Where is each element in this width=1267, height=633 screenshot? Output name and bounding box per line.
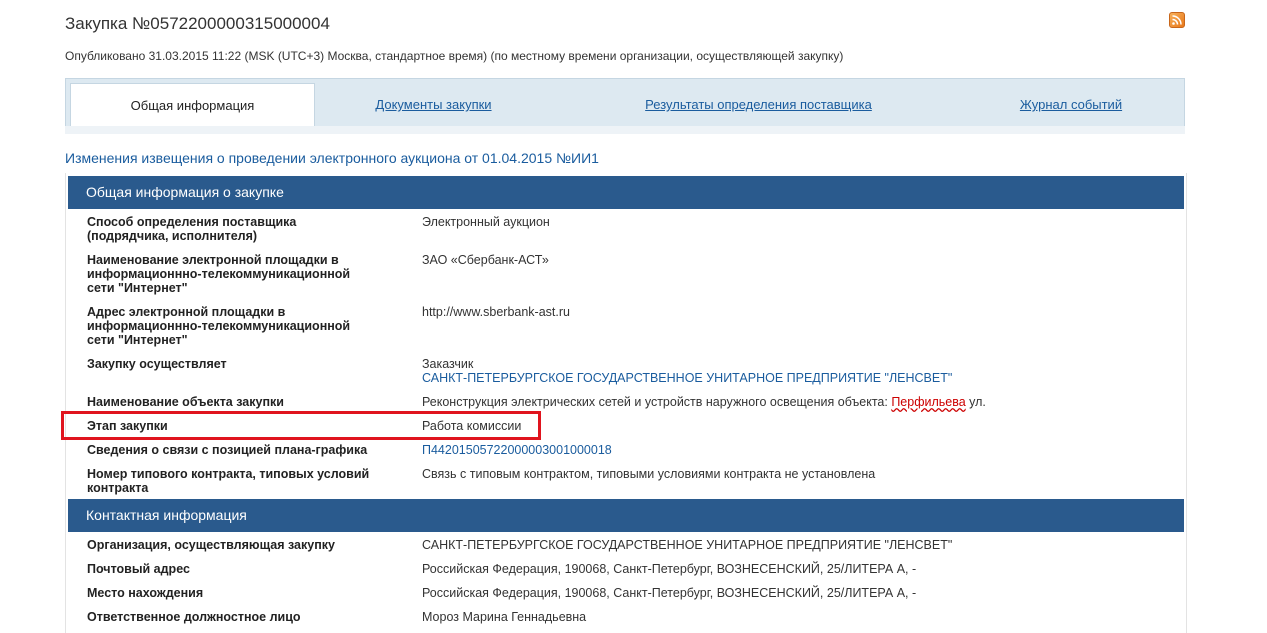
customer-link[interactable]: САНКТ-ПЕТЕРБУРГСКОЕ ГОСУДАРСТВЕННОЕ УНИТ…: [422, 371, 1162, 385]
customer-role: Заказчик: [422, 357, 474, 371]
row-label: Наименование объекта закупки: [87, 395, 284, 409]
section-header-contact: Контактная информация: [68, 499, 1184, 532]
misspelled-word: Перфильева: [891, 395, 966, 409]
info-panel: Общая информация о закупке Способ опреде…: [65, 173, 1187, 633]
row-label: Место нахождения: [87, 586, 204, 600]
tab-underline: [65, 126, 1185, 134]
row-value: Российская Федерация, 190068, Санкт-Пете…: [422, 586, 917, 600]
section-header-general: Общая информация о закупке: [68, 176, 1184, 209]
row-label: Закупку осуществляет: [87, 357, 227, 371]
rss-icon[interactable]: [1169, 12, 1185, 28]
row-value: Мороз Марина Геннадьевна: [422, 610, 587, 624]
published-date: Опубликовано 31.03.2015 11:22 (MSK (UTC+…: [65, 49, 844, 63]
row-value: Российская Федерация, 190068, Санкт-Пете…: [422, 562, 917, 576]
row-value: http://www.sberbank-ast.ru: [422, 305, 570, 319]
row-label: Наименование электронной площадки в инфо…: [87, 253, 351, 295]
tab-documents[interactable]: Документы закупки: [316, 83, 551, 127]
row-label: Сведения о связи с позицией плана-график…: [87, 443, 368, 457]
row-label: Способ определения поставщика (подрядчик…: [87, 215, 297, 243]
row-value: Реконструкция электрических сетей и устр…: [422, 395, 1162, 409]
object-name-text: Реконструкция электрических сетей и устр…: [422, 395, 892, 409]
tab-bar: Общая информация Документы закупки Резул…: [65, 78, 1185, 127]
row-value: Электронный аукцион: [422, 215, 550, 229]
row-value: САНКТ-ПЕТЕРБУРГСКОЕ ГОСУДАРСТВЕННОЕ УНИТ…: [422, 538, 953, 552]
row-value: П44201505722000003001000018: [422, 443, 1162, 457]
object-name-suffix: ул.: [965, 395, 986, 409]
row-value: Заказчик САНКТ-ПЕТЕРБУРГСКОЕ ГОСУДАРСТВЕ…: [422, 357, 1162, 385]
plan-position-link[interactable]: П44201505722000003001000018: [422, 443, 612, 457]
row-label: Организация, осуществляющая закупку: [87, 538, 335, 552]
row-label: Номер типового контракта, типовых услови…: [87, 467, 370, 495]
page-title: Закупка №0572200000315000004: [65, 14, 330, 33]
highlight-box: [61, 411, 541, 440]
row-label: Ответственное должностное лицо: [87, 610, 301, 624]
row-label: Почтовый адрес: [87, 562, 190, 576]
row-label: Адрес электронной площадки в информацион…: [87, 305, 351, 347]
row-value: Связь с типовым контрактом, типовыми усл…: [422, 467, 876, 481]
row-value: ЗАО «Сбербанк-АСТ»: [422, 253, 549, 267]
tab-event-log[interactable]: Журнал событий: [971, 83, 1171, 127]
notice-change-link[interactable]: Изменения извещения о проведении электро…: [65, 150, 599, 166]
tab-results[interactable]: Результаты определения поставщика: [606, 83, 911, 127]
tab-general-info[interactable]: Общая информация: [70, 83, 315, 127]
